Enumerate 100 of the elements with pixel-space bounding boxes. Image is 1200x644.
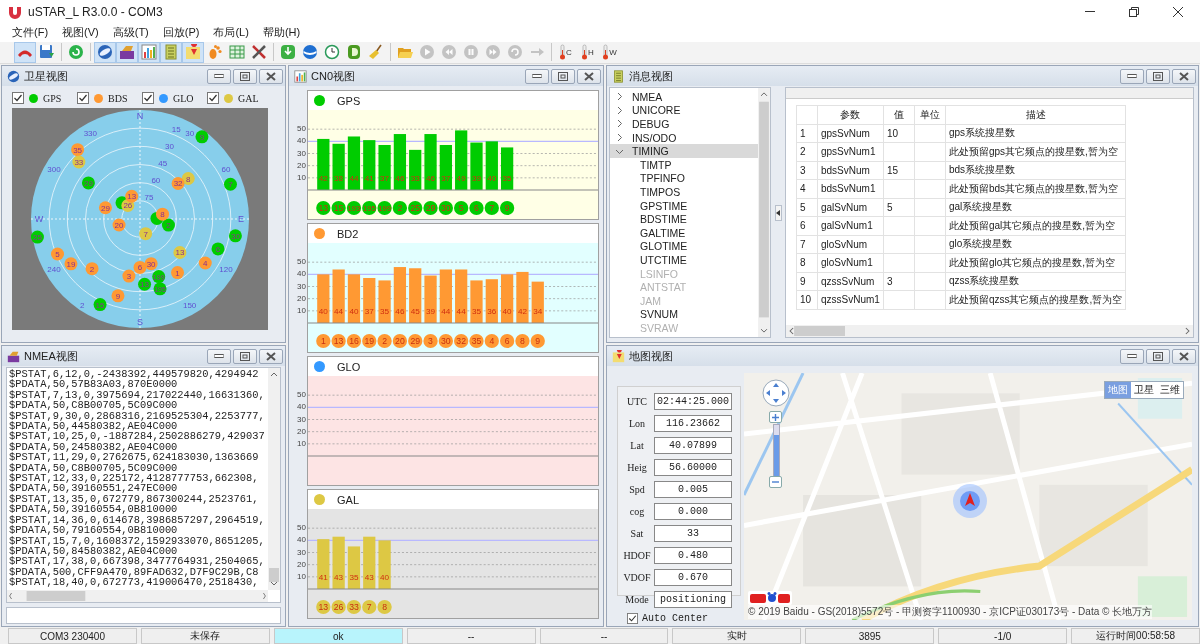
tree-item[interactable]: NMEA <box>610 90 758 104</box>
input-field[interactable] <box>6 607 281 624</box>
collapse-button[interactable] <box>774 204 782 221</box>
vertical-scrollbar[interactable] <box>268 368 280 590</box>
tree-item[interactable]: DEBUG <box>610 117 758 131</box>
close-icon <box>266 71 276 81</box>
minimize-button[interactable] <box>1120 348 1144 364</box>
value-field[interactable]: 40.07899 <box>654 437 732 454</box>
toolbar-button[interactable] <box>116 41 138 63</box>
toolbar-button[interactable]: H <box>577 41 599 63</box>
menu-item[interactable]: 布局(L) <box>207 25 255 41</box>
tree-item[interactable]: TIMING <box>610 144 758 158</box>
value-field[interactable]: 0.670 <box>654 569 732 586</box>
value-field[interactable]: 0.000 <box>654 503 732 520</box>
axis-tick-label: 10 <box>297 438 306 448</box>
zoom-out-button[interactable] <box>769 476 782 488</box>
tree-item[interactable]: INS/ODO <box>610 130 758 145</box>
map-logo-icon <box>748 590 792 606</box>
minimize-button[interactable] <box>525 68 549 84</box>
tree-item[interactable]: TIMPOS <box>610 185 758 199</box>
minimize-button[interactable] <box>207 348 231 364</box>
value-field[interactable]: 33 <box>654 525 732 542</box>
value-field[interactable]: positioning <box>654 591 732 608</box>
restore-button[interactable] <box>1146 68 1170 84</box>
table-cell: 此处预留gal其它频点的搜星数,暂为空 <box>945 216 1126 235</box>
close-button[interactable] <box>259 348 283 364</box>
axis-tick-label: 50 <box>297 124 306 134</box>
close-button[interactable] <box>577 68 601 84</box>
tree-item[interactable]: GPSTIME <box>610 198 758 213</box>
tree-item[interactable]: GLOTIME <box>610 239 758 254</box>
restore-icon <box>558 71 568 81</box>
toolbar-button[interactable] <box>14 41 36 63</box>
value-field[interactable]: 116.23662 <box>654 415 732 432</box>
value-field[interactable]: 0.005 <box>654 481 732 498</box>
minimize-button[interactable] <box>1120 68 1144 84</box>
row-number: 9 <box>796 272 818 291</box>
checkbox[interactable] <box>77 92 89 104</box>
menu-item[interactable]: 视图(V) <box>56 25 105 41</box>
minimize-button[interactable] <box>207 68 231 84</box>
value-field[interactable]: 0.480 <box>654 547 732 564</box>
toolbar-button[interactable] <box>94 41 116 63</box>
toolbar-button[interactable]: C <box>555 41 577 63</box>
tree-item[interactable]: UTCTIME <box>610 253 758 267</box>
toolbar-button[interactable] <box>182 41 204 63</box>
axis-tick-label: 10 <box>297 172 306 182</box>
elevation-label: 45 <box>158 158 168 168</box>
close-button[interactable] <box>259 68 283 84</box>
azimuth-label: 60 <box>221 165 231 175</box>
tree-item[interactable]: SVNUM <box>610 307 758 322</box>
checkbox[interactable] <box>207 92 219 104</box>
map-type-tab[interactable]: 三维 <box>1157 382 1183 398</box>
menu-item[interactable]: 文件(F) <box>6 25 55 41</box>
status-field: 未保存 <box>140 628 270 644</box>
bar <box>332 269 345 323</box>
satellite-marker: 5 <box>51 247 64 261</box>
zoom-slider[interactable] <box>773 424 780 477</box>
bar <box>485 279 498 323</box>
tree-item[interactable]: UNICORE <box>610 103 758 118</box>
close-icon <box>266 351 276 361</box>
close-button[interactable] <box>1172 68 1196 84</box>
menu-item[interactable]: 帮助(H) <box>256 25 307 41</box>
table-cell <box>883 253 915 272</box>
pan-control[interactable] <box>762 379 790 407</box>
broom-icon <box>368 44 384 61</box>
tree-item[interactable]: GALTIME <box>610 225 758 240</box>
prn-badge: 2 <box>377 334 392 348</box>
axis-tick-label: 50 <box>297 523 306 533</box>
table-cell: 此处预留qzss其它频点的搜星数,暂为空 <box>945 290 1126 309</box>
x-tick-label: 5 <box>458 203 464 213</box>
toolbar-button[interactable]: W <box>599 41 621 63</box>
satellite-marker: 1 <box>171 266 184 280</box>
axis-tick-label: 30 <box>297 281 306 291</box>
table-cell <box>914 198 946 217</box>
close-button[interactable] <box>1172 348 1196 364</box>
toolbar-button[interactable] <box>138 41 160 63</box>
tree-item[interactable]: BDSTIME <box>610 212 758 226</box>
restore-button[interactable] <box>1146 348 1170 364</box>
horizontal-scrollbar[interactable] <box>7 590 268 602</box>
value-field[interactable]: 02:44:25.000 <box>654 393 732 410</box>
menu-item[interactable]: 回放(P) <box>156 25 206 41</box>
menu-item[interactable]: 高级(T) <box>106 25 155 41</box>
value-field[interactable]: 56.60000 <box>654 459 732 476</box>
zoom-in-button[interactable] <box>769 411 782 423</box>
table-cell: qzss系统搜星数 <box>945 272 1126 291</box>
satellite-marker: 30 <box>144 257 158 271</box>
restore-button[interactable] <box>551 68 575 84</box>
globe-icon <box>7 69 20 83</box>
checkbox[interactable] <box>142 92 154 104</box>
satellite-marker: 4 <box>198 256 212 270</box>
vertical-scrollbar[interactable] <box>758 88 770 337</box>
tree-item[interactable]: TPFINFO <box>610 171 758 186</box>
tree-item[interactable]: TIMTP <box>610 157 758 172</box>
compass-label: N <box>136 111 144 121</box>
status-field: 实时 <box>672 628 802 644</box>
restore-button[interactable] <box>233 348 257 364</box>
checkbox[interactable] <box>627 613 638 624</box>
horizontal-scrollbar[interactable] <box>786 325 1193 337</box>
checkbox[interactable] <box>12 92 24 104</box>
restore-button[interactable] <box>233 68 257 84</box>
table-cell: qzssSvNum <box>817 272 884 291</box>
